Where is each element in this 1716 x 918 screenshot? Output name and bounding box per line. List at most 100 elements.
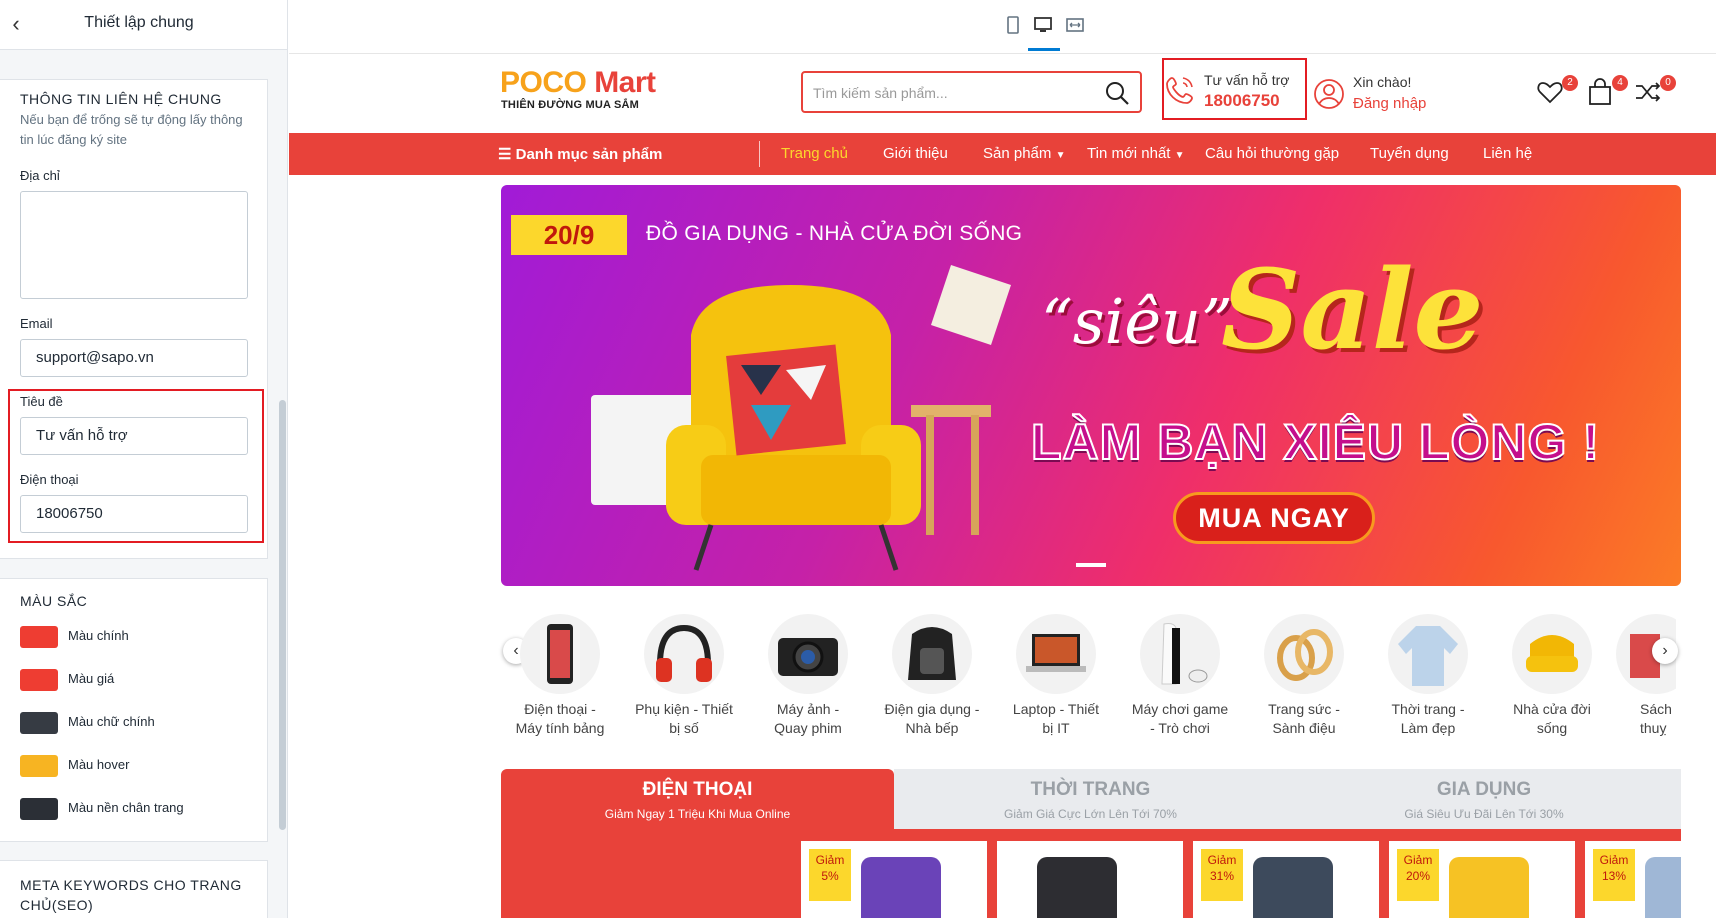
product-card[interactable] — [997, 841, 1183, 918]
category-item[interactable]: Thời trang - Làm đẹp — [1368, 614, 1488, 738]
category-name: Nhà cửa đời sống — [1492, 700, 1612, 738]
product-image — [1253, 857, 1333, 918]
category-name: Phụ kiện - Thiết bị số — [624, 700, 744, 738]
category-airfryer-image — [892, 614, 972, 694]
login-link[interactable]: Đăng nhập — [1353, 95, 1426, 112]
category-name-line: Làm đẹp — [1400, 720, 1456, 736]
wishlist-count-badge: 2 — [1562, 75, 1578, 91]
category-item[interactable]: Trang sức - Sành điệu — [1244, 614, 1364, 738]
tab-title: ĐIỆN THOẠI — [642, 779, 753, 800]
contact-section-title: THÔNG TIN LIÊN HỆ CHUNG — [20, 91, 222, 107]
category-name: Thời trang - Làm đẹp — [1368, 700, 1488, 738]
discount-badge-percent: 20% — [1405, 869, 1431, 883]
category-sweater-image — [1388, 614, 1468, 694]
nav-careers[interactable]: Tuyển dụng — [1370, 145, 1449, 162]
user-icon[interactable] — [1313, 78, 1345, 110]
nav-news[interactable]: Tin mới nhất ▼ — [1087, 145, 1185, 162]
nav-divider — [759, 141, 760, 167]
colors-section-title: MÀU SẮC — [20, 593, 88, 609]
buy-now-button[interactable]: MUA NGAY — [1173, 492, 1375, 544]
tab-phones[interactable]: ĐIỆN THOẠI Giảm Ngay 1 Triệu Khi Mua Onl… — [501, 769, 894, 829]
product-list: Giảm 5% Giảm 31% Giảm 20% Giảm 13% — [501, 829, 1681, 918]
panel-title: Thiết lập chung — [84, 14, 194, 31]
wishlist-heart-icon[interactable] — [1536, 78, 1564, 106]
caret-down-icon: ▼ — [1174, 150, 1185, 161]
panel-scrollbar[interactable] — [279, 400, 286, 830]
tab-subtitle: Giá Siêu Ưu Đãi Lên Tới 30% — [1404, 807, 1564, 821]
category-item[interactable]: Laptop - Thiết bị IT — [996, 614, 1116, 738]
search-box[interactable]: Tìm kiếm sản phẩm... — [801, 71, 1142, 113]
category-headphone-image — [644, 614, 724, 694]
fullwidth-view-icon[interactable] — [1065, 16, 1085, 36]
category-name: Máy chơi game - Trò chơi — [1120, 700, 1240, 738]
category-name-line: Máy tính bảng — [515, 720, 605, 736]
tab-household[interactable]: GIA DỤNG Giá Siêu Ưu Đãi Lên Tới 30% — [1287, 769, 1681, 829]
logo-tagline: THIÊN ĐƯỜNG MUA SẮM — [501, 99, 640, 111]
nav-faq[interactable]: Câu hỏi thường gặp — [1205, 145, 1339, 162]
settings-panel: ‹ Thiết lập chung THÔNG TIN LIÊN HỆ CHUN… — [0, 0, 288, 918]
nav-contact[interactable]: Liên hệ — [1483, 145, 1532, 162]
category-chair-image — [1512, 614, 1592, 694]
product-card[interactable]: Giảm 20% — [1389, 841, 1575, 918]
category-name-line: Trang sức - — [1268, 701, 1340, 717]
mobile-view-icon[interactable] — [1003, 16, 1023, 36]
category-name: Trang sức - Sành điệu — [1244, 700, 1364, 738]
category-item[interactable]: Máy chơi game - Trò chơi — [1120, 614, 1240, 738]
meta-keywords-card: META KEYWORDS CHO TRANG CHỦ(SEO) — [0, 860, 268, 918]
highlight-box-support — [1162, 58, 1307, 120]
banner-date-tag: 20/9 — [511, 215, 627, 255]
product-image — [1449, 857, 1529, 918]
category-menu[interactable]: ☰ Danh mục sản phẩm — [498, 145, 662, 163]
tab-subtitle: Giảm Ngay 1 Triệu Khi Mua Online — [604, 807, 791, 821]
category-camera-image — [768, 614, 848, 694]
hover-color-label: Màu hover — [68, 757, 130, 772]
tab-fashion[interactable]: THỜI TRANG Giảm Giá Cực Lớn Lên Tới 70% — [894, 769, 1287, 829]
product-card[interactable]: Giảm 5% — [801, 841, 987, 918]
product-image — [1645, 857, 1681, 918]
footer-bg-color-swatch[interactable] — [20, 798, 58, 820]
category-item[interactable]: Phụ kiện - Thiết bị số — [624, 614, 744, 738]
address-textarea[interactable] — [20, 191, 248, 299]
category-name: Điện thoại - Máy tính bảng — [500, 700, 620, 738]
category-item[interactable]: Điện thoại - Máy tính bảng — [500, 614, 620, 738]
hero-banner[interactable]: 20/9 ĐỒ GIA DỤNG - NHÀ CỬA ĐỜI SỐNG “siê… — [501, 185, 1681, 586]
desktop-view-icon[interactable] — [1033, 16, 1053, 36]
product-card[interactable]: Giảm 13% — [1585, 841, 1681, 918]
primary-color-swatch[interactable] — [20, 626, 58, 648]
site-logo[interactable]: POCO Mart — [500, 66, 656, 100]
price-color-swatch[interactable] — [20, 669, 58, 691]
nav-about[interactable]: Giới thiệu — [883, 145, 948, 162]
logo-poco-text: POCO — [500, 66, 587, 99]
banner-headline: ĐỒ GIA DỤNG - NHÀ CỬA ĐỜI SỐNG — [646, 222, 1023, 245]
text-color-swatch[interactable] — [20, 712, 58, 734]
category-next-arrow-icon[interactable]: › — [1652, 638, 1678, 664]
category-item[interactable]: Máy ảnh - Quay phim — [748, 614, 868, 738]
preview-toolbar — [289, 0, 1716, 54]
category-item[interactable]: Sách - thuỵ — [1616, 614, 1676, 738]
cart-bag-icon[interactable] — [1586, 78, 1614, 106]
armchair-illustration — [591, 265, 1011, 571]
category-name-line: Máy ảnh - — [776, 701, 840, 717]
category-name: Điện gia dụng - Nhà bếp — [872, 700, 992, 738]
discount-badge-percent: 5% — [821, 869, 839, 883]
nav-news-label: Tin mới nhất — [1087, 145, 1171, 162]
nav-home[interactable]: Trang chủ — [781, 145, 848, 162]
price-color-label: Màu giá — [68, 671, 115, 686]
product-card[interactable]: Giảm 31% — [1193, 841, 1379, 918]
carousel-indicator[interactable] — [1076, 563, 1106, 567]
email-input[interactable]: support@sapo.vn — [20, 339, 248, 377]
compare-shuffle-icon[interactable] — [1634, 78, 1662, 106]
hover-color-swatch[interactable] — [20, 755, 58, 777]
search-icon[interactable] — [1104, 80, 1130, 106]
product-image — [861, 857, 941, 918]
search-input[interactable]: Tìm kiếm sản phẩm... — [813, 85, 948, 101]
product-image — [1037, 857, 1117, 918]
discount-badge: Giảm 20% — [1397, 849, 1439, 901]
colors-card: MÀU SẮC Màu chính Màu giá Màu chữ chính … — [0, 578, 268, 842]
tab-title: GIA DỤNG — [1436, 779, 1532, 800]
category-name-line: Sành điệu — [1272, 720, 1336, 736]
category-item[interactable]: Điện gia dụng - Nhà bếp — [872, 614, 992, 738]
nav-products[interactable]: Sản phẩm ▼ — [983, 145, 1065, 162]
category-item[interactable]: Nhà cửa đời sống — [1492, 614, 1612, 738]
discount-badge-label: Giảm — [815, 853, 845, 867]
